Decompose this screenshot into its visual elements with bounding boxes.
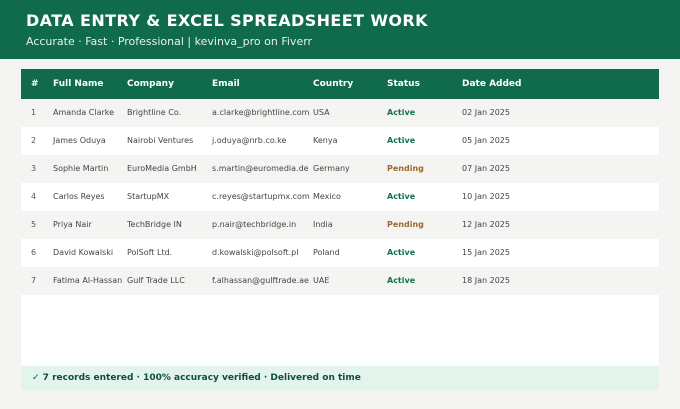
- cell-company: TechBridge IN: [127, 220, 182, 229]
- column-header-full-name: Full Name: [53, 79, 104, 89]
- status-badge: Pending: [387, 164, 424, 173]
- cell-email: d.kowalski@polsoft.pl: [212, 248, 299, 257]
- cell-full-name: Carlos Reyes: [53, 192, 105, 201]
- table-row[interactable]: 1 Amanda Clarke Brightline Co. a.clarke@…: [21, 99, 659, 127]
- cell-full-name: David Kowalski: [53, 248, 114, 257]
- cell-country: UAE: [313, 276, 330, 285]
- status-badge: Active: [387, 276, 416, 285]
- column-header-email: Email: [212, 79, 240, 89]
- header-banner: DATA ENTRY & EXCEL SPREADSHEET WORK Accu…: [0, 0, 680, 59]
- column-header-company: Company: [127, 79, 174, 89]
- cell-full-name: Amanda Clarke: [53, 108, 115, 117]
- cell-full-name: Fatima Al-Hassan: [53, 276, 123, 285]
- cell-email: p.nair@techbridge.in: [212, 220, 297, 229]
- cell-date-added: 18 Jan 2025: [462, 276, 510, 285]
- cell-email: a.clarke@brightline.com: [212, 108, 310, 117]
- cell-country: India: [313, 220, 333, 229]
- page-title: DATA ENTRY & EXCEL SPREADSHEET WORK: [26, 11, 428, 30]
- table-row[interactable]: 7 Fatima Al-Hassan Gulf Trade LLC f.alha…: [21, 267, 659, 295]
- column-header-status: Status: [387, 79, 420, 89]
- cell-date-added: 05 Jan 2025: [462, 136, 510, 145]
- cell-company: PolSoft Ltd.: [127, 248, 173, 257]
- cell-full-name: Sophie Martin: [53, 164, 109, 173]
- cell-country: Poland: [313, 248, 340, 257]
- cell-number: 5: [31, 220, 37, 229]
- table-row[interactable]: 4 Carlos Reyes StartupMX c.reyes@startup…: [21, 183, 659, 211]
- cell-email: j.oduya@nrb.co.ke: [212, 136, 287, 145]
- cell-number: 1: [31, 108, 37, 117]
- cell-full-name: Priya Nair: [53, 220, 92, 229]
- column-header-date-added: Date Added: [462, 79, 522, 89]
- table-header: # Full Name Company Email Country Status…: [21, 69, 659, 99]
- cell-country: Mexico: [313, 192, 341, 201]
- cell-company: Gulf Trade LLC: [127, 276, 185, 285]
- cell-number: 3: [31, 164, 37, 173]
- cell-country: USA: [313, 108, 330, 117]
- cell-number: 2: [31, 136, 37, 145]
- cell-number: 7: [31, 276, 37, 285]
- cell-email: s.martin@euromedia.de: [212, 164, 309, 173]
- cell-country: Kenya: [313, 136, 338, 145]
- cell-date-added: 07 Jan 2025: [462, 164, 510, 173]
- cell-company: Nairobi Ventures: [127, 136, 194, 145]
- cell-email: c.reyes@startupmx.com: [212, 192, 310, 201]
- status-badge: Active: [387, 248, 416, 257]
- data-table: # Full Name Company Email Country Status…: [21, 69, 659, 366]
- cell-full-name: James Oduya: [53, 136, 106, 145]
- cell-date-added: 02 Jan 2025: [462, 108, 510, 117]
- cell-company: StartupMX: [127, 192, 170, 201]
- table-row[interactable]: 5 Priya Nair TechBridge IN p.nair@techbr…: [21, 211, 659, 239]
- status-badge: Pending: [387, 220, 424, 229]
- summary-footer: ✓ 7 records entered · 100% accuracy veri…: [21, 366, 659, 390]
- column-header-number: #: [31, 79, 39, 89]
- status-badge: Active: [387, 192, 416, 201]
- page-subtitle: Accurate · Fast · Professional | kevinva…: [26, 35, 313, 48]
- summary-text: ✓ 7 records entered · 100% accuracy veri…: [32, 373, 361, 383]
- cell-date-added: 15 Jan 2025: [462, 248, 510, 257]
- cell-company: EuroMedia GmbH: [127, 164, 197, 173]
- status-badge: Active: [387, 108, 416, 117]
- cell-country: Germany: [313, 164, 350, 173]
- cell-date-added: 10 Jan 2025: [462, 192, 510, 201]
- cell-company: Brightline Co.: [127, 108, 182, 117]
- status-badge: Active: [387, 136, 416, 145]
- table-row[interactable]: 2 James Oduya Nairobi Ventures j.oduya@n…: [21, 127, 659, 155]
- cell-email: f.alhassan@gulftrade.ae: [212, 276, 309, 285]
- table-row[interactable]: 3 Sophie Martin EuroMedia GmbH s.martin@…: [21, 155, 659, 183]
- cell-date-added: 12 Jan 2025: [462, 220, 510, 229]
- table-row[interactable]: 6 David Kowalski PolSoft Ltd. d.kowalski…: [21, 239, 659, 267]
- column-header-country: Country: [313, 79, 354, 89]
- cell-number: 4: [31, 192, 37, 201]
- cell-number: 6: [31, 248, 37, 257]
